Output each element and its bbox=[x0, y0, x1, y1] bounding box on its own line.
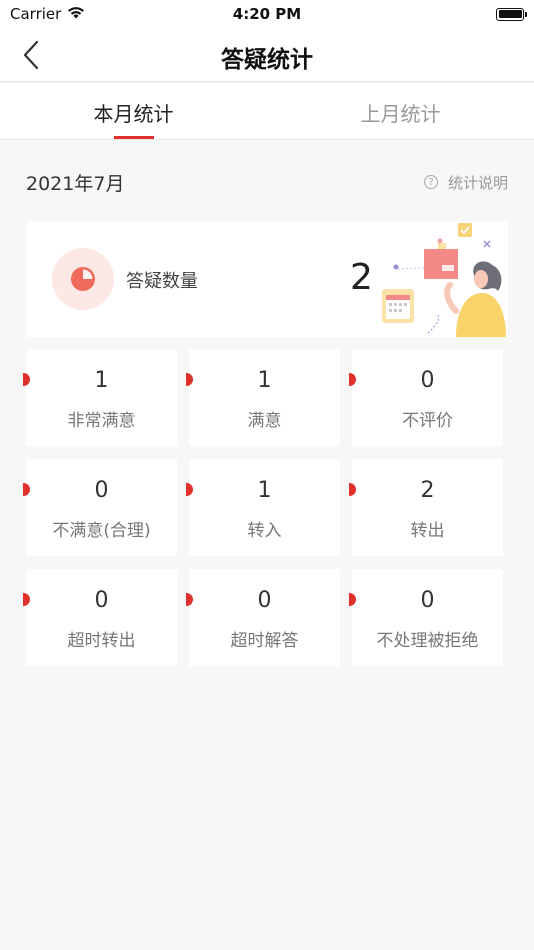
stat-grid: 1 非常满意 1 满意 0 不评价 0 不满意(合理) 1 转入 2 转出 0 … bbox=[23, 349, 508, 679]
summary-label: 答疑数量 bbox=[126, 271, 198, 292]
stat-label: 非常满意 bbox=[67, 411, 136, 431]
tab-last-month[interactable]: 上月统计 bbox=[267, 83, 534, 139]
stat-label: 转入 bbox=[247, 521, 282, 541]
stat-card-no-rating: 0 不评价 bbox=[349, 349, 503, 446]
stat-row: 0 不满意(合理) 1 转入 2 转出 bbox=[23, 459, 508, 556]
stat-value: 0 bbox=[420, 368, 435, 393]
stat-row: 1 非常满意 1 满意 0 不评价 bbox=[23, 349, 508, 446]
stat-card-satisfied: 1 满意 bbox=[186, 349, 340, 446]
summary-count: 2 bbox=[350, 257, 373, 298]
stat-card-dissatisfied-reasonable: 0 不满意(合理) bbox=[23, 459, 177, 556]
stat-value: 0 bbox=[257, 588, 272, 613]
stat-value: 2 bbox=[420, 478, 435, 503]
summary-icon-badge bbox=[52, 248, 114, 310]
stat-value: 0 bbox=[94, 588, 109, 613]
pie-chart-icon bbox=[71, 267, 95, 291]
person-with-package-illustration bbox=[382, 223, 506, 337]
nav-bar: 答疑统计 bbox=[0, 28, 534, 82]
carrier-label: Carrier bbox=[10, 5, 62, 23]
stat-row: 0 超时转出 0 超时解答 0 不处理被拒绝 bbox=[23, 569, 508, 666]
tab-bar: 本月统计 上月统计 bbox=[0, 83, 534, 140]
stat-card-timeout-transfer: 0 超时转出 bbox=[23, 569, 177, 666]
stat-value: 1 bbox=[257, 478, 272, 503]
status-left: Carrier bbox=[10, 5, 85, 23]
wifi-icon bbox=[67, 5, 85, 23]
stat-value: 0 bbox=[420, 588, 435, 613]
stat-value: 1 bbox=[257, 368, 272, 393]
stats-help-link[interactable]: ? 统计说明 bbox=[423, 172, 508, 193]
status-bar: Carrier 4:20 PM bbox=[0, 0, 534, 28]
stat-label: 超时转出 bbox=[67, 631, 136, 651]
period-date: 2021年7月 bbox=[26, 172, 125, 195]
stat-label: 超时解答 bbox=[230, 631, 299, 651]
stat-label: 不评价 bbox=[402, 411, 453, 431]
date-row: 2021年7月 ? 统计说明 bbox=[26, 168, 508, 196]
tab-this-month[interactable]: 本月统计 bbox=[0, 83, 267, 139]
stat-value: 0 bbox=[94, 478, 109, 503]
stat-card-very-satisfied: 1 非常满意 bbox=[23, 349, 177, 446]
tab-label: 本月统计 bbox=[93, 102, 174, 126]
stat-card-rejected: 0 不处理被拒绝 bbox=[349, 569, 503, 666]
stats-help-label: 统计说明 bbox=[447, 173, 508, 192]
help-circle-icon: ? bbox=[423, 175, 438, 189]
summary-card: 答疑数量 2 bbox=[26, 221, 508, 337]
stat-label: 转出 bbox=[410, 521, 445, 541]
stat-card-transferred-out: 2 转出 bbox=[349, 459, 503, 556]
tab-label: 上月统计 bbox=[360, 102, 441, 126]
stat-value: 1 bbox=[94, 368, 109, 393]
stat-label: 不处理被拒绝 bbox=[376, 631, 479, 651]
battery-icon bbox=[496, 7, 527, 21]
stat-label: 不满意(合理) bbox=[52, 521, 151, 541]
stat-card-timeout-answer: 0 超时解答 bbox=[186, 569, 340, 666]
stat-card-transferred-in: 1 转入 bbox=[186, 459, 340, 556]
tab-active-indicator bbox=[113, 136, 154, 139]
stat-label: 满意 bbox=[247, 411, 282, 431]
page-title: 答疑统计 bbox=[221, 47, 313, 73]
